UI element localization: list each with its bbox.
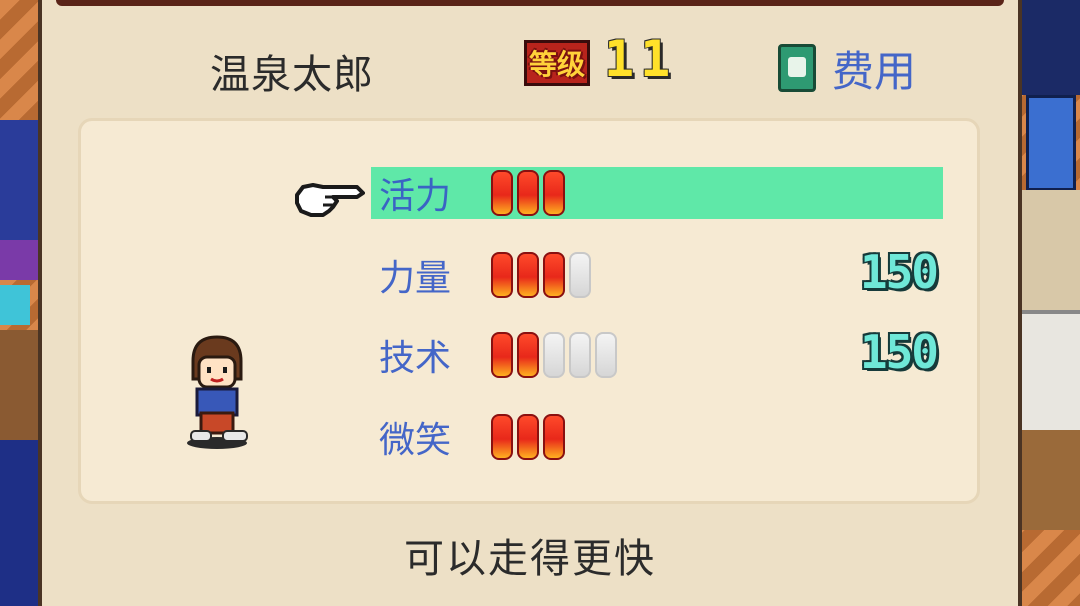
gauge-pip-filled: [517, 252, 539, 298]
gauge-pip-filled: [517, 170, 539, 216]
gauge-pip-empty: [569, 252, 591, 298]
stat-row[interactable]: 力量 150: [371, 245, 943, 301]
gauge-pip-empty: [543, 332, 565, 378]
stat-gauge: [491, 170, 565, 216]
gauge-pip-filled: [491, 170, 513, 216]
stat-row[interactable]: 活力: [371, 167, 943, 219]
stat-gauge: [491, 332, 617, 378]
panel-top-bar: [56, 0, 1004, 6]
level-label-badge: 等级: [524, 40, 591, 86]
stats-box: 活力力量 150 技术 150 微笑: [78, 118, 980, 504]
gauge-pip-filled: [491, 414, 513, 460]
gauge-pip-filled: [517, 414, 539, 460]
stat-upgrade-cost: 150: [859, 325, 939, 379]
character-avatar: [187, 335, 248, 449]
gauge-pip-filled: [517, 332, 539, 378]
stat-gauge: [491, 414, 565, 460]
onsen-book-icon: [778, 44, 816, 92]
pointing-hand-icon: [295, 183, 365, 217]
gauge-pip-empty: [569, 332, 591, 378]
stat-row[interactable]: 技术 150: [371, 325, 943, 381]
character-stats-panel: 温泉太郎 等级 11 费用 活力力量 150 技术 150 微笑 可以走得更快: [38, 0, 1022, 606]
level-value: 11: [604, 30, 677, 88]
stat-label: 微笑: [379, 420, 452, 461]
gauge-pip-filled: [543, 252, 565, 298]
background-scene-right: [1020, 0, 1080, 606]
gauge-pip-filled: [491, 252, 513, 298]
stat-gauge: [491, 252, 591, 298]
skill-description: 可以走得更快: [404, 536, 656, 582]
cost-button[interactable]: 费用: [778, 40, 916, 96]
gauge-pip-filled: [543, 170, 565, 216]
cost-button-label: 费用: [832, 46, 917, 96]
stat-row[interactable]: 微笑: [371, 411, 943, 463]
stat-upgrade-cost: 150: [859, 245, 939, 299]
gauge-pip-filled: [543, 414, 565, 460]
stat-label: 技术: [379, 338, 452, 379]
character-name: 温泉太郎: [210, 52, 374, 98]
gauge-pip-filled: [491, 332, 513, 378]
stat-label: 力量: [379, 258, 452, 299]
gauge-pip-empty: [595, 332, 617, 378]
stat-label: 活力: [379, 176, 452, 217]
